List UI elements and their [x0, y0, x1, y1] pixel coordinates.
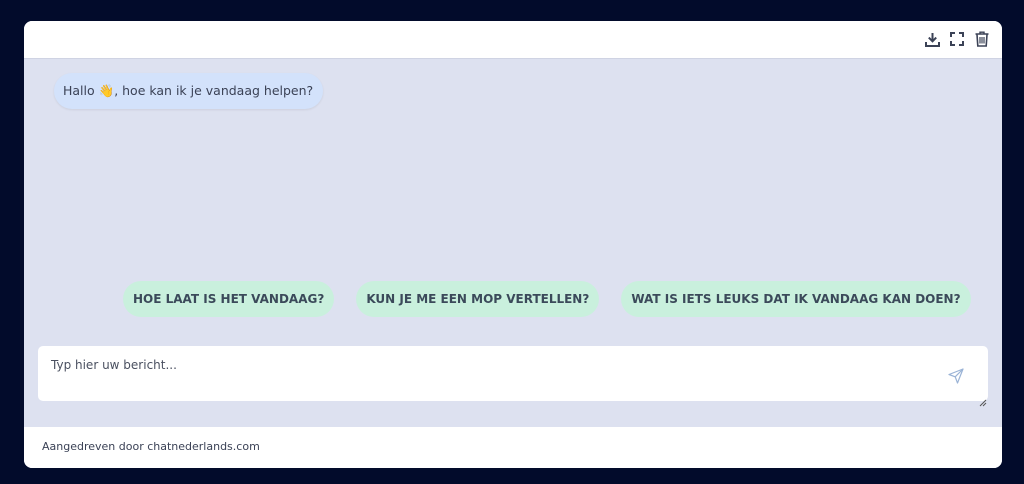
header-toolbar [924, 30, 990, 48]
message-composer [38, 346, 988, 407]
send-icon[interactable] [948, 368, 964, 384]
message-input[interactable] [38, 346, 988, 401]
chat-header [24, 21, 1002, 59]
resize-handle-icon[interactable] [979, 392, 987, 407]
fullscreen-icon[interactable] [949, 30, 965, 48]
bot-greeting-message: Hallo 👋, hoe kan ik je vandaag helpen? [54, 73, 324, 109]
suggestion-chip-fun[interactable]: WAT IS IETS LEUKS DAT IK VANDAAG KAN DOE… [621, 281, 971, 317]
chat-footer: Aangedreven door chatnederlands.com [24, 427, 1002, 468]
download-icon[interactable] [924, 30, 940, 48]
suggestion-chip-time[interactable]: HOE LAAT IS HET VANDAAG? [123, 281, 335, 317]
suggestion-chip-joke[interactable]: KUN JE ME EEN MOP VERTELLEN? [356, 281, 600, 317]
message-area: Hallo 👋, hoe kan ik je vandaag helpen? H… [24, 59, 1002, 428]
powered-by-text: Aangedreven door chatnederlands.com [42, 440, 260, 453]
trash-icon[interactable] [974, 30, 990, 48]
suggestion-chips: HOE LAAT IS HET VANDAAG? KUN JE ME EEN M… [123, 281, 971, 317]
chat-window: Hallo 👋, hoe kan ik je vandaag helpen? H… [24, 21, 1002, 468]
